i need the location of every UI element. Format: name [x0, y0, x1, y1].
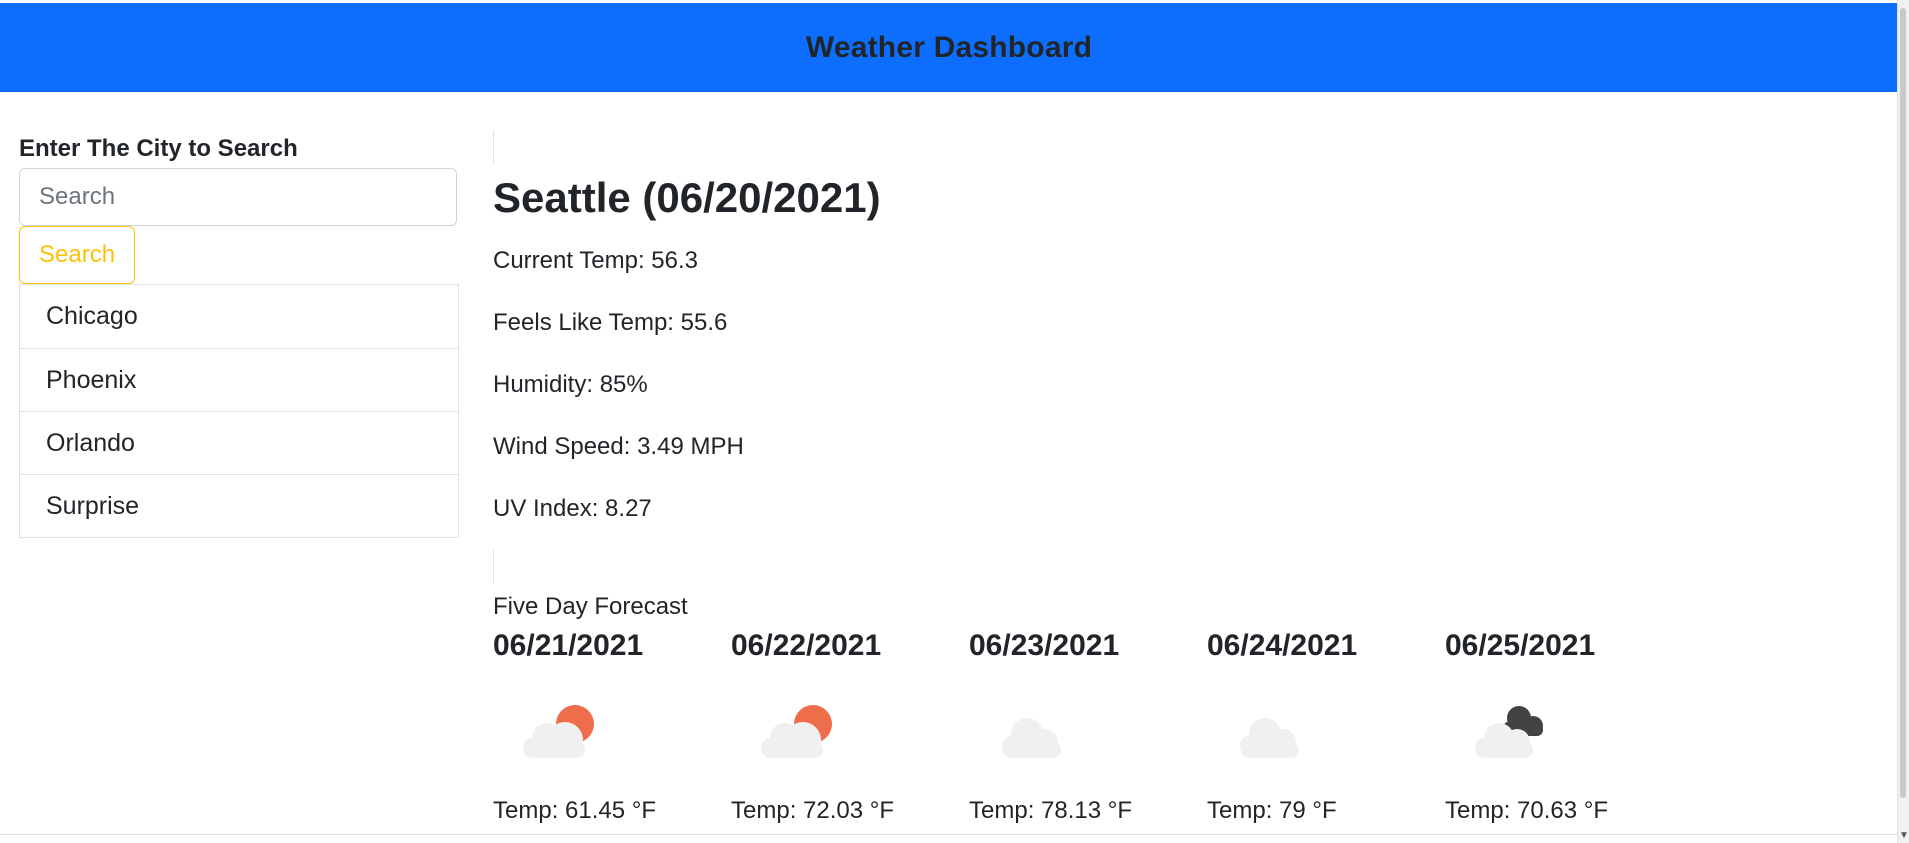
uv-index: UV Index: 8.27: [493, 495, 652, 522]
page-bottom-edge: [0, 834, 1898, 835]
weather-main: Seattle (06/20/2021) Current Temp: 56.3 …: [493, 130, 1793, 826]
forecast-heading: Five Day Forecast: [493, 593, 688, 620]
page: Weather Dashboard Enter The City to Sear…: [0, 0, 1909, 843]
scroll-down-arrow-icon[interactable]: ▼: [1899, 831, 1909, 841]
forecast-temp: Temp: 70.63 °F: [1445, 797, 1609, 824]
forecast-day-card: 06/21/2021 Temp: 61.45 °F: [493, 626, 731, 826]
wind-speed: Wind Speed: 3.49 MPH: [493, 433, 744, 460]
forecast-day-card: 06/25/2021 Temp: 70.63 °F: [1445, 626, 1683, 826]
forecast-date: 06/21/2021: [493, 629, 644, 662]
forecast-date: 06/25/2021: [1445, 629, 1596, 662]
app-title: Weather Dashboard: [805, 30, 1093, 64]
forecast-temp: Temp: 78.13 °F: [969, 797, 1133, 824]
forecast-temp: Temp: 61.45 °F: [493, 797, 657, 824]
cloud-icon: [1002, 718, 1061, 758]
partly-cloudy-day-icon: [523, 705, 594, 758]
top-header: Weather Dashboard: [0, 3, 1898, 92]
forecast-section: Five Day Forecast 06/21/2021 Temp: 61.45…: [493, 550, 1793, 826]
forecast-date: 06/23/2021: [969, 629, 1120, 662]
search-history-list: Chicago Phoenix Orlando Surprise: [19, 284, 459, 538]
history-city-item[interactable]: Orlando: [20, 411, 458, 474]
history-city-item[interactable]: Surprise: [20, 474, 458, 537]
forecast-temp: Temp: 79 °F: [1207, 797, 1337, 824]
forecast-date: 06/22/2021: [731, 629, 882, 662]
forecast-day-card: 06/23/2021 Temp: 78.13 °F: [969, 626, 1207, 826]
scrollbar-thumb[interactable]: [1900, 8, 1906, 798]
history-city-item[interactable]: Chicago: [20, 285, 458, 348]
humidity: Humidity: 85%: [493, 371, 648, 398]
forecast-date: 06/24/2021: [1207, 629, 1358, 662]
broken-clouds-icon: [1475, 706, 1543, 758]
current-temp: Current Temp: 56.3: [493, 247, 698, 274]
forecast-row: 06/21/2021 Temp: 61.45 °F 06/22/2021 Tem…: [493, 626, 1793, 826]
current-city-title: Seattle (06/20/2021): [493, 174, 881, 221]
cloud-icon: [1240, 718, 1299, 758]
search-button[interactable]: Search: [19, 226, 136, 284]
forecast-day-card: 06/24/2021 Temp: 79 °F: [1207, 626, 1445, 826]
divider: [493, 130, 494, 164]
forecast-temp: Temp: 72.03 °F: [731, 797, 895, 824]
feels-like-temp: Feels Like Temp: 55.6: [493, 309, 728, 336]
divider: [493, 550, 494, 584]
forecast-day-card: 06/22/2021 Temp: 72.03 °F: [731, 626, 969, 826]
vertical-scrollbar[interactable]: ▼: [1897, 0, 1909, 843]
search-sidebar: Enter The City to Search Search Chicago …: [19, 134, 459, 538]
city-search-input[interactable]: [19, 168, 457, 226]
history-city-item[interactable]: Phoenix: [20, 348, 458, 411]
partly-cloudy-day-icon: [761, 705, 832, 758]
search-label: Enter The City to Search: [19, 135, 298, 162]
